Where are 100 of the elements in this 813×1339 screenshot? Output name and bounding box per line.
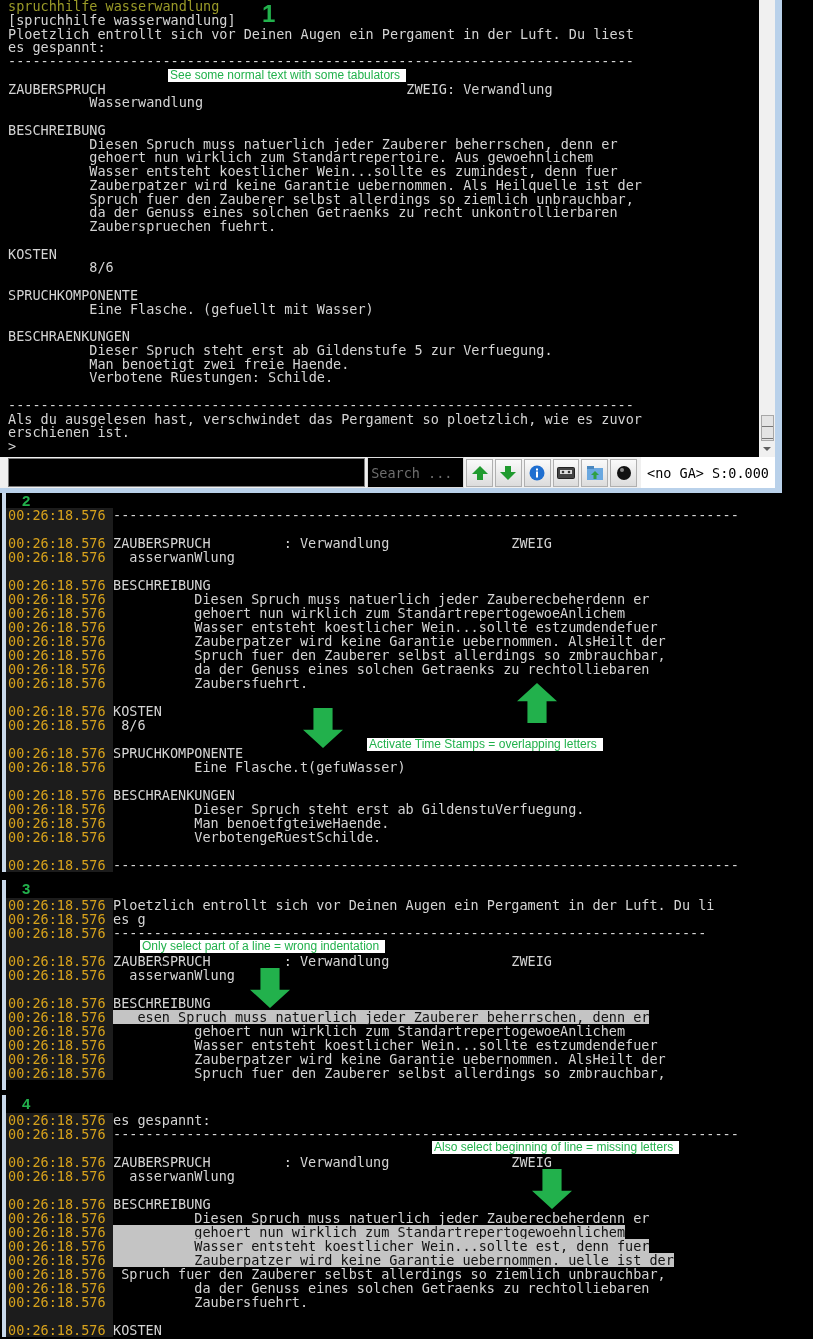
timestamp: 00:26:18.576	[6, 1052, 113, 1066]
timestamp: 00:26:18.576	[6, 536, 113, 550]
timestamp: 00:26:18.576	[6, 1024, 113, 1038]
log-line: gehoert nun wirklich zum StandartrepertogewoeAnlichem	[194, 1024, 626, 1038]
timestamp: 00:26:18.576	[6, 830, 113, 844]
timestamp: 00:26:18.576	[6, 676, 113, 690]
log-line: BESCHRAENKUNGEN	[8, 330, 130, 344]
log-line: Zauberpatzer wird keine Garantie uebernommen. AlsHeilt der	[193, 634, 666, 648]
log-line: Wasser entsteht koestlicher Wein...sollte estzumdendefuer	[193, 1038, 658, 1052]
log-line: Diesen Spruch muss natuerlich jeder Zauberecbeherdenn er	[193, 592, 650, 606]
timestamp: 00:26:18.576	[6, 1323, 113, 1337]
log-line: BESCHREIBUNG	[113, 996, 211, 1010]
timestamp: 00:26:18.576	[6, 788, 113, 802]
log-line: 8/6	[120, 718, 146, 732]
log-line: Zaubersfuehrt.	[193, 1295, 309, 1309]
log-line: -----------------------------------------------------------------------------	[113, 858, 739, 872]
info-icon	[529, 464, 546, 481]
log-line: Zauberspruechen fuehrt.	[88, 220, 277, 234]
search-field[interactable]: Search ...	[367, 457, 465, 488]
log-line: Spruch fuer den Zauberer selbst allerdings so zmbrauchbar,	[193, 648, 666, 662]
cassette-icon	[557, 466, 576, 479]
log-line: es g	[113, 912, 146, 926]
log-line: Wasser entsteht koestlicher Wein...sollte estzumdendefuer	[193, 620, 658, 634]
log-line: ZAUBERSPRUCH : Verwandlung ZWEIG	[113, 536, 552, 550]
timestamp: 00:26:18.576	[6, 578, 113, 592]
log-line: 8/6	[88, 261, 114, 275]
record-button[interactable]	[552, 458, 580, 487]
timestamp: 00:26:18.576	[6, 1253, 113, 1267]
log-line: Ploetzlich entrollt sich vor Deinen Augen ein Pergament in der Luft. Du li	[113, 898, 715, 912]
timestamp: 00:26:18.576	[6, 1295, 113, 1309]
timestamp: 00:26:18.576	[6, 1197, 113, 1211]
annotation-label: Also select beginning of line = missing letters	[432, 1141, 680, 1154]
log-line: SPRUCHKOMPONENTE	[8, 288, 139, 303]
log-line: da der Genuss eines solchen Getraenks zu rechtolliebaren	[193, 1281, 650, 1295]
log-line: Spruch fuer den Zauberer selbst allerdings so zmbrauchbar,	[193, 1066, 666, 1080]
step-number: 4	[22, 1095, 31, 1113]
timestamp: 00:26:18.576	[6, 912, 113, 926]
log-line: -----------------------------------------------------------------------------	[113, 508, 739, 522]
timestamp: 00:26:18.576	[6, 1010, 113, 1024]
log-line: es gespannt:	[113, 1113, 211, 1127]
log-line: erschienen ist.	[8, 426, 130, 440]
down-arrow	[250, 968, 290, 1008]
folder-button[interactable]	[581, 458, 609, 487]
timestamp: 00:26:18.576	[6, 648, 113, 662]
log-line: BESCHREIBUNG	[8, 123, 106, 138]
log-line: asserwanWlung	[128, 968, 235, 982]
log-line: Dieser Spruch steht erst ab Gildenstufe 5 zur Verfuegung.	[88, 343, 553, 358]
log-line: KOSTEN	[113, 1323, 162, 1337]
log-line: asserwanWlung	[128, 550, 235, 564]
up-arrow-icon	[470, 464, 489, 481]
timestamp: 00:26:18.576	[6, 760, 113, 774]
step-number: 3	[22, 880, 31, 898]
command-input[interactable]	[8, 458, 366, 487]
log-line: BESCHRAENKUNGEN	[113, 788, 235, 802]
timestamp: 00:26:18.576	[6, 1225, 113, 1239]
timestamp: 00:26:18.576	[6, 1113, 113, 1127]
log-line: ZAUBERSPRUCH : Verwandlung ZWEIG	[113, 954, 552, 968]
timestamp: 00:26:18.576	[6, 1281, 113, 1295]
timestamp: 00:26:18.576	[6, 858, 113, 872]
log-line: -------------------------------------------------------------------------	[113, 926, 707, 940]
log-line: Zaubersfuehrt.	[193, 676, 309, 690]
log-line: da der Genuss eines solchen Getraenks zu rechtolliebaren	[193, 662, 650, 676]
log-line: KOSTEN	[113, 704, 162, 718]
log-line: da der Genuss eines solchen Getraenks zu recht unkontrollierbaren	[88, 206, 618, 220]
scroll-up-button[interactable]	[466, 458, 493, 487]
timestamp: 00:26:18.576	[6, 662, 113, 676]
ball-button[interactable]	[610, 458, 638, 487]
info-button[interactable]	[523, 458, 551, 487]
annotation-label: Activate Time Stamps = overlapping letters	[367, 738, 603, 751]
log-line: -----------------------------------------------------------------------------	[113, 1127, 739, 1141]
timestamp: 00:26:18.576	[6, 592, 113, 606]
log-line: VerbotengeRuestSchilde.	[193, 830, 382, 844]
prompt: >	[8, 440, 17, 454]
timestamp: 00:26:18.576	[6, 1169, 113, 1183]
log-line: KOSTEN	[8, 247, 57, 262]
timestamp: 00:26:18.576	[6, 954, 113, 968]
timestamp: 00:26:18.576	[6, 606, 113, 620]
log-line: Zauberpatzer wird keine Garantie uebernommen. AlsHeilt der	[193, 1052, 666, 1066]
log-line: asserwanWlung	[128, 1169, 235, 1183]
log-line: ZAUBERSPRUCH : Verwandlung ZWEIG	[113, 1155, 552, 1169]
log-line: Wasser entsteht koestlicher Wein...sollte es zumindest, denn fuer	[88, 165, 618, 179]
timestamp: 00:26:18.576	[6, 802, 113, 816]
scrollbar[interactable]	[759, 0, 775, 457]
timestamp: 00:26:18.576	[6, 1155, 113, 1169]
log-line: Spruch fuer den Zauberer selbst allerdings so ziemlich unbrauchbar,	[120, 1267, 666, 1281]
timestamp: 00:26:18.576	[6, 1239, 113, 1253]
scroll-down-button[interactable]	[495, 458, 522, 487]
log-line: es gespannt:	[8, 41, 106, 55]
log-line: SPRUCHKOMPONENTE	[113, 746, 244, 760]
log-line: -----------------------------------------------------------------------------	[8, 398, 634, 413]
log-line: Man benoetigt zwei freie Haende.	[88, 357, 350, 372]
timestamp: 00:26:18.576	[6, 550, 113, 564]
timestamp: 00:26:18.576	[6, 1038, 113, 1052]
timestamp: 00:26:18.576	[6, 968, 113, 982]
timestamp: 00:26:18.576	[6, 816, 113, 830]
timestamp: 00:26:18.576	[6, 508, 113, 522]
timestamp: 00:26:18.576	[6, 704, 113, 718]
log-line: Diesen Spruch muss natuerlich jeder Zauberer beherrschen, denn er	[88, 137, 618, 152]
log-line: BESCHREIBUNG	[113, 1197, 211, 1211]
log-line: gehoert nun wirklich zum StandartrepertogewoeAnlichem	[193, 606, 626, 620]
